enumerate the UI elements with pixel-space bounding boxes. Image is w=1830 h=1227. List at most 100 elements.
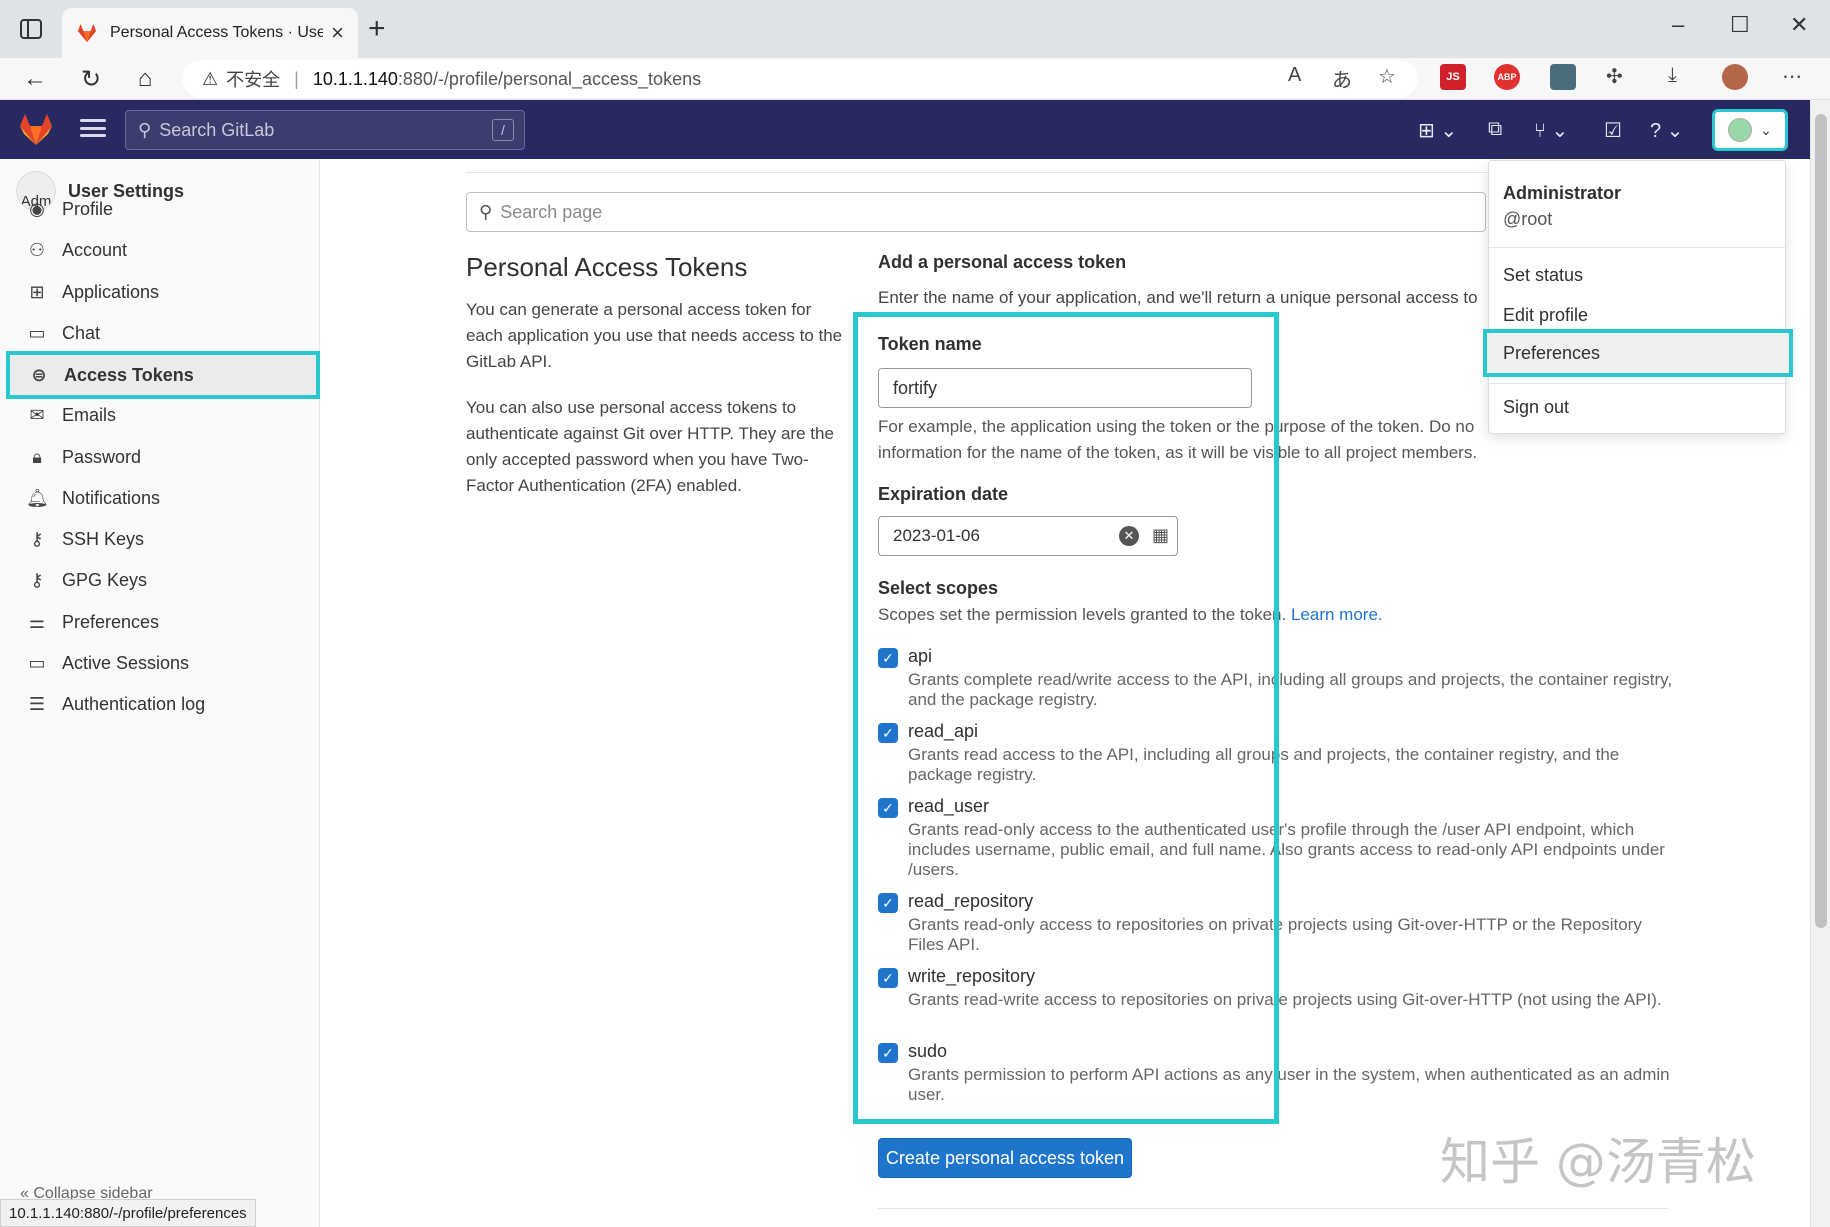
close-tab-icon[interactable]: × [331,20,344,46]
token-icon: ⊜ [31,364,47,385]
url-host: 10.1.1.140 [312,68,398,89]
back-icon[interactable]: ← [18,62,52,96]
js-extension-icon[interactable]: JS [1440,64,1466,90]
create-token-button[interactable]: Create personal access token [878,1138,1132,1178]
browser-tab[interactable]: Personal Access Tokens · User Se × [62,8,358,58]
new-tab-icon[interactable]: + [368,12,386,46]
scope-name: sudo [908,1041,948,1061]
sidebar-item-authentication-log[interactable]: ☰ Authentication log [10,684,312,724]
todos-icon[interactable]: ☑ [1604,118,1622,143]
clear-date-icon[interactable]: ✕ [1119,526,1139,546]
sidebar-item-account[interactable]: ⚇ Account [10,230,312,270]
page-scrollbar[interactable] [1810,100,1830,1227]
scope-read-user-checkbox[interactable]: ✓ [878,798,898,818]
dropdown-divider [1489,383,1787,384]
mail-icon: ✉ [29,404,45,425]
address-bar-row: ← ↻ ⌂ ⚠ 不安全 | 10.1.1.140:880/-/profile/p… [0,58,1830,100]
learn-more-link[interactable]: Learn more. [1291,605,1383,624]
sidebar-item-access-tokens[interactable]: ⊜ Access Tokens [6,351,320,399]
gitlab-search-input[interactable]: ⚲ Search GitLab / [125,110,525,150]
expiration-date-label: Expiration date [878,484,1009,504]
scope-description: Grants complete read/write access to the… [908,670,1673,709]
download-icon[interactable]: ⤓ [1668,64,1677,87]
sidebar-item-active-sessions[interactable]: ▭ Active Sessions [10,643,312,683]
url-separator: | [294,68,299,89]
expiration-date-input[interactable]: 2023-01-06 ✕ ▦ [878,516,1178,556]
search-page-placeholder: Search page [500,201,603,222]
menu-item-set-status[interactable]: Set status [1503,265,1583,286]
gitlab-logo-icon[interactable] [18,112,54,146]
scope-name: api [908,646,933,666]
scope-name: read_api [908,721,979,741]
scope-description: Grants read-only access to the authentic… [908,820,1665,879]
url-path: :880/-/profile/personal_access_tokens [397,68,702,89]
scope-read-api-checkbox[interactable]: ✓ [878,723,898,743]
insecure-label: 不安全 [226,70,281,90]
extensions-puzzle-icon[interactable]: ✣ [1606,64,1623,89]
issues-icon[interactable]: ⧉ [1488,118,1502,141]
scope-description: Grants read access to the API, including… [908,745,1620,784]
merge-requests-dropdown-icon[interactable]: ⑂ ⌄ [1534,118,1568,143]
user-dropdown-menu: Administrator @root Set status Edit prof… [1483,160,1793,434]
key-icon: ⚷ [30,569,44,590]
profile-avatar-icon[interactable] [1722,64,1748,90]
sidebar-item-applications[interactable]: ⊞ Applications [10,272,312,312]
sidebar-item-notifications[interactable]: 🔔︎ Notifications [10,478,312,518]
scope-api-checkbox[interactable]: ✓ [878,648,898,668]
url-bar[interactable]: ⚠ 不安全 | 10.1.1.140:880/-/profile/persona… [182,60,1418,98]
search-page-input[interactable]: ⚲ Search page [466,192,1486,232]
menu-item-sign-out[interactable]: Sign out [1503,397,1569,418]
read-aloud-icon[interactable]: A [1288,64,1301,87]
reload-icon[interactable]: ↻ [74,62,108,96]
scrollbar-thumb[interactable] [1815,114,1827,928]
warning-icon: ⚠ [202,68,219,89]
bell-icon: 🔔︎ [26,487,49,508]
scope-description: Grants permission to perform API actions… [908,1065,1670,1104]
scope-read-repository-checkbox[interactable]: ✓ [878,893,898,913]
user-display-name: Administrator [1503,183,1622,203]
monitor-icon: ▭ [28,652,46,673]
sidebar-item-ssh-keys[interactable]: ⚷ SSH Keys [10,519,312,559]
user-avatar [1728,118,1753,142]
profile-icon: ◉ [29,198,45,219]
tab-title: Personal Access Tokens · User Se [110,24,324,41]
sidebar-item-password[interactable]: 🔒︎ Password [10,437,312,477]
intro-section: Personal Access Tokens You can generate … [466,252,846,519]
home-icon[interactable]: ⌂ [128,62,162,96]
content-divider [466,172,1666,173]
close-window-icon[interactable]: ✕ [1790,12,1808,38]
new-item-dropdown-icon[interactable]: ⊞ ⌄ [1418,118,1457,143]
adblock-extension-icon[interactable]: ABP [1494,64,1520,90]
expiration-date-value: 2023-01-06 [893,526,980,545]
menu-item-edit-profile[interactable]: Edit profile [1503,305,1588,326]
dropdown-divider [1489,247,1787,248]
user-settings-sidebar: Adm User Settings ◉ Profile ⚇ Account ⊞ App… [0,159,320,1227]
translate-icon[interactable]: あ [1332,64,1352,93]
help-dropdown-icon[interactable]: ? ⌄ [1650,118,1683,143]
calendar-icon[interactable]: ▦ [1152,525,1169,546]
scope-write-repository-checkbox[interactable]: ✓ [878,968,898,988]
scope-description: Grants read-write access to repositories… [908,990,1662,1009]
page-title: Personal Access Tokens [466,252,748,282]
sidebar-item-profile[interactable]: ◉ Profile [10,189,312,229]
hamburger-menu-icon[interactable] [80,116,106,140]
minimize-icon[interactable]: – [1672,12,1684,38]
scope-name: read_user [908,796,990,816]
scope-sudo-checkbox[interactable]: ✓ [878,1043,898,1063]
user-menu-button[interactable]: ⌄ [1712,109,1788,151]
watermark-text: 知乎 @汤青松 [1440,1133,1756,1191]
favorite-icon[interactable]: ☆ [1378,64,1396,89]
sidebar-item-chat[interactable]: ▭ Chat [10,313,312,353]
scope-name: read_repository [908,891,1034,911]
tab-actions-icon[interactable] [16,16,46,42]
sidebar-item-preferences[interactable]: ⚌ Preferences [10,602,312,642]
maximize-icon[interactable]: ☐ [1730,12,1750,38]
gitlab-search-placeholder: Search GitLab [159,119,275,140]
user-username: @root [1503,209,1553,229]
sidebar-item-emails[interactable]: ✉ Emails [10,395,312,435]
menu-item-preferences[interactable]: Preferences [1483,329,1793,377]
token-name-input[interactable]: fortify [878,368,1252,408]
more-icon[interactable]: ⋯ [1782,64,1802,89]
extension-icon[interactable] [1550,64,1576,90]
sidebar-item-gpg-keys[interactable]: ⚷ GPG Keys [10,560,312,600]
